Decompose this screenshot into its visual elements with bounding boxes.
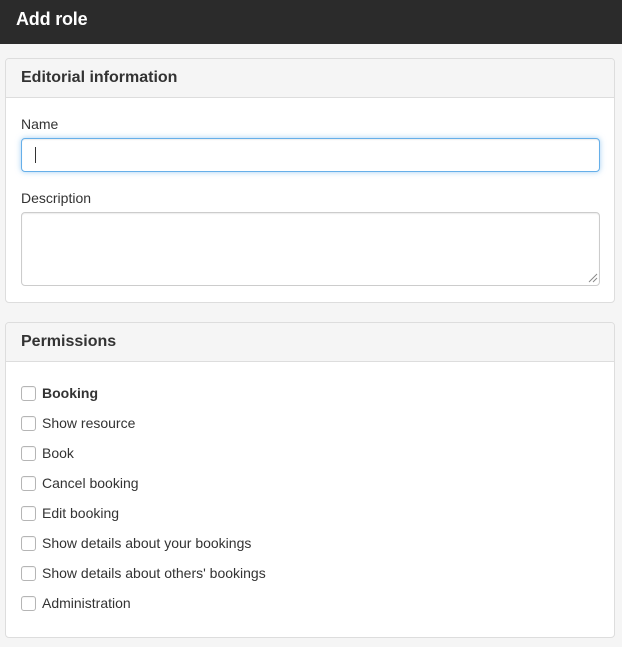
permission-label: Show details about others' bookings <box>42 565 266 581</box>
permission-label: Show resource <box>42 415 136 431</box>
permission-item[interactable]: Edit booking <box>21 498 266 528</box>
permission-item[interactable]: Show details about others' bookings <box>21 558 266 588</box>
permission-item[interactable]: Booking <box>21 378 266 408</box>
permission-item[interactable]: Administration <box>21 588 266 618</box>
name-field[interactable] <box>21 138 600 172</box>
permission-item[interactable]: Book <box>21 438 266 468</box>
permission-item[interactable]: Show details about your bookings <box>21 528 266 558</box>
page-title: Add role <box>16 9 88 29</box>
text-cursor <box>35 147 36 163</box>
permission-label: Edit booking <box>42 505 120 521</box>
editorial-panel-heading: Editorial information <box>6 59 614 98</box>
permissions-panel: Permissions Booking Show resource Book Canc… <box>5 322 615 638</box>
permission-item[interactable]: Cancel booking <box>21 468 266 498</box>
permission-checkbox[interactable] <box>21 535 36 551</box>
permission-item[interactable]: Show resource <box>21 408 266 438</box>
description-label: Description <box>21 190 92 206</box>
permission-checkbox[interactable] <box>21 385 36 401</box>
permissions-panel-heading: Permissions <box>6 323 614 362</box>
permission-checkbox[interactable] <box>21 415 36 431</box>
page-header: Add role <box>0 0 622 44</box>
description-field[interactable] <box>21 212 600 286</box>
permissions-list: Booking Show resource Book Cancel booking Ed… <box>21 378 266 618</box>
permission-checkbox[interactable] <box>21 445 36 461</box>
editorial-panel: Editorial information Name Description <box>5 58 615 303</box>
permission-label: Book <box>42 445 74 461</box>
permission-label: Administration <box>42 595 131 611</box>
name-label: Name <box>21 116 59 132</box>
permission-checkbox[interactable] <box>21 505 36 521</box>
permission-label: Booking <box>42 385 98 401</box>
permission-label: Show details about your bookings <box>42 535 252 551</box>
resize-handle-icon[interactable] <box>586 271 598 283</box>
permission-checkbox[interactable] <box>21 595 36 611</box>
permission-checkbox[interactable] <box>21 565 36 581</box>
permission-checkbox[interactable] <box>21 475 36 491</box>
permission-label: Cancel booking <box>42 475 139 491</box>
